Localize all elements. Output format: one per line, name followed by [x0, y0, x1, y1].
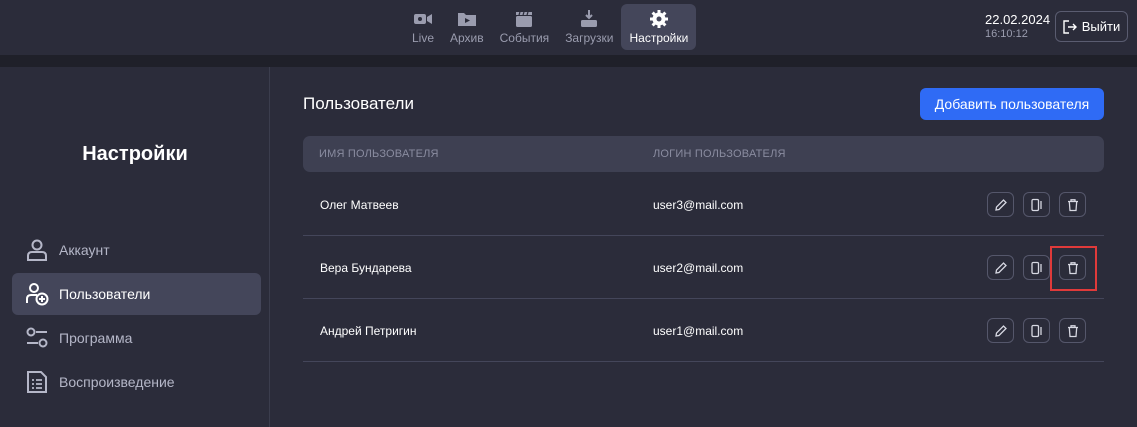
archive-folder-icon — [457, 13, 476, 26]
logout-button[interactable]: Выйти — [1055, 11, 1128, 42]
nav-item-downloads[interactable]: Загрузки — [557, 4, 621, 50]
top-bar-divider — [0, 55, 1137, 67]
page-title: Пользователи — [303, 94, 414, 113]
nav-item-archive[interactable]: Архив — [442, 4, 492, 50]
clock: 22.02.2024 16:10:12 — [985, 12, 1050, 42]
document-list-icon — [27, 371, 47, 393]
user-devices-button[interactable] — [1023, 255, 1050, 280]
column-header-login: ЛОГИН ПОЛЬЗОВАТЕЛЯ — [653, 148, 786, 160]
nav-label: Настройки — [629, 31, 689, 45]
column-header-name: ИМЯ ПОЛЬЗОВАТЕЛЯ — [319, 148, 439, 160]
trash-icon — [1067, 198, 1078, 211]
user-add-icon — [26, 283, 49, 306]
mobile-device-icon — [1030, 324, 1042, 337]
delete-user-button[interactable] — [1059, 318, 1086, 343]
clock-date: 22.02.2024 — [985, 12, 1051, 27]
sidebar-item-label: Программа — [59, 330, 133, 346]
user-login-cell: user1@mail.com — [653, 324, 744, 338]
sidebar-item-label: Аккаунт — [59, 242, 110, 258]
logout-icon — [1063, 19, 1077, 34]
sliders-icon — [26, 327, 48, 348]
nav-label: Загрузки — [565, 31, 614, 45]
nav-item-settings[interactable]: Настройки — [621, 4, 697, 50]
user-devices-button[interactable] — [1023, 192, 1050, 217]
mobile-device-icon — [1030, 261, 1042, 274]
delete-user-button[interactable] — [1059, 192, 1086, 217]
user-devices-button[interactable] — [1023, 318, 1050, 343]
edit-user-button[interactable] — [987, 192, 1014, 217]
nav-item-live[interactable]: Live — [404, 4, 442, 50]
user-name-cell: Олег Матвеев — [320, 198, 399, 212]
nav-item-events[interactable]: События — [492, 4, 558, 50]
sidebar-item-users[interactable]: Пользователи — [12, 273, 261, 315]
sidebar-item-label: Воспроизведение — [59, 374, 175, 390]
mobile-device-icon — [1030, 198, 1042, 211]
nav-label: Архив — [450, 31, 484, 45]
add-user-button[interactable]: Добавить пользователя — [920, 88, 1104, 120]
table-row: Олег Матвеев user3@mail.com — [303, 173, 1104, 236]
sidebar-item-label: Пользователи — [59, 286, 151, 302]
top-bar: Live Архив События Загрузки Настройки 22… — [0, 0, 1137, 55]
table-row: Вера Бундарева user2@mail.com — [303, 236, 1104, 299]
table-row: Андрей Петригин user1@mail.com — [303, 299, 1104, 362]
logout-label: Выйти — [1081, 19, 1121, 34]
video-camera-icon — [414, 14, 432, 24]
nav-label: События — [499, 31, 550, 45]
highlight-box — [1050, 246, 1097, 291]
sidebar-item-account[interactable]: Аккаунт — [12, 229, 261, 271]
edit-pencil-icon — [994, 261, 1007, 274]
nav-label: Live — [412, 31, 435, 45]
clapperboard-icon — [516, 11, 533, 27]
trash-icon — [1067, 324, 1078, 337]
gear-icon — [649, 10, 668, 28]
user-name-cell: Андрей Петригин — [320, 324, 417, 338]
user-name-cell: Вера Бундарева — [320, 261, 412, 275]
main-nav: Live Архив События Загрузки Настройки — [404, 4, 697, 50]
user-login-cell: user3@mail.com — [653, 198, 744, 212]
user-icon — [27, 239, 47, 261]
table-header: ИМЯ ПОЛЬЗОВАТЕЛЯ ЛОГИН ПОЛЬЗОВАТЕЛЯ — [303, 136, 1104, 172]
user-login-cell: user2@mail.com — [653, 261, 744, 275]
settings-sidebar: Настройки Аккаунт Пользователи Программа — [0, 67, 270, 427]
sidebar-item-program[interactable]: Программа — [12, 317, 261, 359]
edit-user-button[interactable] — [987, 255, 1014, 280]
download-tray-icon — [581, 10, 598, 27]
edit-pencil-icon — [994, 324, 1007, 337]
clock-time: 16:10:12 — [985, 28, 1028, 40]
edit-user-button[interactable] — [987, 318, 1014, 343]
edit-pencil-icon — [994, 198, 1007, 211]
sidebar-title: Настройки — [82, 143, 188, 165]
sidebar-item-playback[interactable]: Воспроизведение — [12, 361, 261, 403]
